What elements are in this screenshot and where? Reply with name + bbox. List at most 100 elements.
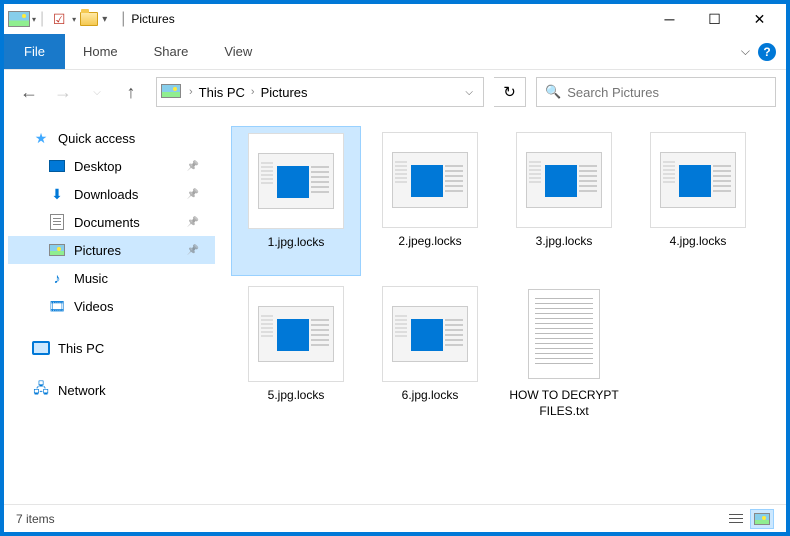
up-button[interactable]: ↑ <box>116 77 146 107</box>
qat-separator: | <box>40 10 44 28</box>
tab-home[interactable]: Home <box>65 34 136 69</box>
generic-file-icon <box>258 153 334 209</box>
sidebar-quick-access[interactable]: ★ Quick access <box>8 124 215 152</box>
refresh-button[interactable]: ↻ <box>494 77 526 107</box>
document-icon <box>48 213 66 231</box>
file-item[interactable]: 2.jpeg.locks <box>365 126 495 276</box>
file-pane[interactable]: 1.jpg.locks 2.jpeg.locks 3.jpg.locks 4.jpg.… <box>219 114 786 504</box>
qat-dropdown2-icon[interactable]: ▾ <box>72 15 76 24</box>
back-button[interactable]: ← <box>14 77 44 107</box>
minimize-button[interactable]: ─ <box>647 4 692 34</box>
qat-overflow-icon[interactable]: ▾ <box>102 14 107 25</box>
file-item[interactable]: 6.jpg.locks <box>365 280 495 430</box>
close-button[interactable]: ✕ <box>737 4 782 34</box>
generic-file-icon <box>258 306 334 362</box>
file-thumbnail <box>248 133 344 229</box>
file-item[interactable]: 4.jpg.locks <box>633 126 763 276</box>
music-icon: ♪ <box>48 269 66 287</box>
titlebar: ▾ | ☑ ▾ ▾ | Pictures ─ ☐ ✕ <box>4 4 786 34</box>
search-input[interactable] <box>567 85 767 100</box>
forward-button[interactable]: → <box>48 77 78 107</box>
ribbon: File Home Share View ⌵ ? <box>4 34 786 70</box>
sidebar-item-label: Downloads <box>74 187 138 202</box>
item-count: 7 items <box>16 512 55 526</box>
file-thumbnail <box>248 286 344 382</box>
address-dropdown-icon[interactable]: ⌵ <box>459 87 479 98</box>
generic-file-icon <box>526 152 602 208</box>
content-area: ★ Quick access Desktop ⬇ Downloads Docum… <box>4 114 786 504</box>
generic-file-icon <box>392 152 468 208</box>
crumb-sep-icon[interactable]: › <box>249 86 257 98</box>
download-icon: ⬇ <box>48 185 66 203</box>
maximize-button[interactable]: ☐ <box>692 4 737 34</box>
generic-file-icon <box>660 152 736 208</box>
expand-ribbon-icon[interactable]: ⌵ <box>741 44 750 59</box>
sidebar-item-label: Pictures <box>74 243 121 258</box>
help-icon[interactable]: ? <box>758 43 776 61</box>
sidebar-item-label: Videos <box>74 299 114 314</box>
file-item[interactable]: 1.jpg.locks <box>231 126 361 276</box>
recent-dropdown-icon[interactable]: ⌵ <box>82 77 112 107</box>
file-item[interactable]: HOW TO DECRYPT FILES.txt <box>499 280 629 430</box>
file-item[interactable]: 3.jpg.locks <box>499 126 629 276</box>
file-thumbnail <box>516 286 612 382</box>
window-title: Pictures <box>131 12 174 26</box>
app-icon[interactable] <box>8 8 30 30</box>
addressbar[interactable]: › This PC › Pictures ⌵ <box>156 77 484 107</box>
file-name: 5.jpg.locks <box>268 388 325 404</box>
qat-dropdown-icon[interactable]: ▾ <box>32 15 36 24</box>
sidebar-item-documents[interactable]: Documents <box>8 208 215 236</box>
crumb-pictures[interactable]: Pictures <box>257 85 312 100</box>
navbar: ← → ⌵ ↑ › This PC › Pictures ⌵ ↻ 🔍 <box>4 70 786 114</box>
window-controls: ─ ☐ ✕ <box>647 4 782 34</box>
properties-icon[interactable]: ☑ <box>48 8 70 30</box>
file-name: 6.jpg.locks <box>402 388 459 404</box>
star-icon: ★ <box>32 129 50 147</box>
file-thumbnail <box>650 132 746 228</box>
sidebar-item-label: Quick access <box>58 131 135 146</box>
monitor-icon <box>32 339 50 357</box>
thumbnails-view-button[interactable] <box>750 509 774 529</box>
file-thumbnail <box>382 286 478 382</box>
sidebar-item-label: This PC <box>58 341 104 356</box>
crumb-this-pc[interactable]: This PC <box>195 85 249 100</box>
sidebar-item-label: Documents <box>74 215 140 230</box>
sidebar-item-pictures[interactable]: Pictures <box>8 236 215 264</box>
tab-share[interactable]: Share <box>136 34 207 69</box>
file-name: 1.jpg.locks <box>268 235 325 251</box>
title-separator: | <box>121 10 125 28</box>
file-tab[interactable]: File <box>4 34 65 69</box>
thumbnails-view-icon <box>754 513 770 525</box>
file-thumbnail <box>382 132 478 228</box>
text-file-icon <box>528 289 600 379</box>
network-icon: 🖧 <box>32 381 50 399</box>
search-icon: 🔍 <box>545 84 561 100</box>
sidebar-item-downloads[interactable]: ⬇ Downloads <box>8 180 215 208</box>
sidebar-this-pc[interactable]: This PC <box>8 334 215 362</box>
file-name: 2.jpeg.locks <box>398 234 461 250</box>
folder-icon[interactable] <box>78 8 100 30</box>
file-item[interactable]: 5.jpg.locks <box>231 280 361 430</box>
location-icon <box>161 84 181 100</box>
crumb-sep-icon[interactable]: › <box>187 86 195 98</box>
details-view-button[interactable] <box>724 509 748 529</box>
video-icon: 🎞 <box>48 297 66 315</box>
statusbar: 7 items <box>4 504 786 532</box>
sidebar-item-label: Network <box>58 383 106 398</box>
explorer-window: ▾ | ☑ ▾ ▾ | Pictures ─ ☐ ✕ File Home Sha… <box>4 4 786 532</box>
sidebar-item-music[interactable]: ♪ Music <box>8 264 215 292</box>
file-name: HOW TO DECRYPT FILES.txt <box>505 388 623 419</box>
sidebar-item-desktop[interactable]: Desktop <box>8 152 215 180</box>
desktop-icon <box>48 157 66 175</box>
searchbox[interactable]: 🔍 <box>536 77 776 107</box>
tab-view[interactable]: View <box>206 34 270 69</box>
file-thumbnail <box>516 132 612 228</box>
sidebar-network[interactable]: 🖧 Network <box>8 376 215 404</box>
pictures-icon <box>48 241 66 259</box>
details-view-icon <box>729 513 743 525</box>
sidebar: ★ Quick access Desktop ⬇ Downloads Docum… <box>4 114 219 504</box>
sidebar-item-label: Desktop <box>74 159 122 174</box>
file-name: 3.jpg.locks <box>536 234 593 250</box>
sidebar-item-videos[interactable]: 🎞 Videos <box>8 292 215 320</box>
generic-file-icon <box>392 306 468 362</box>
